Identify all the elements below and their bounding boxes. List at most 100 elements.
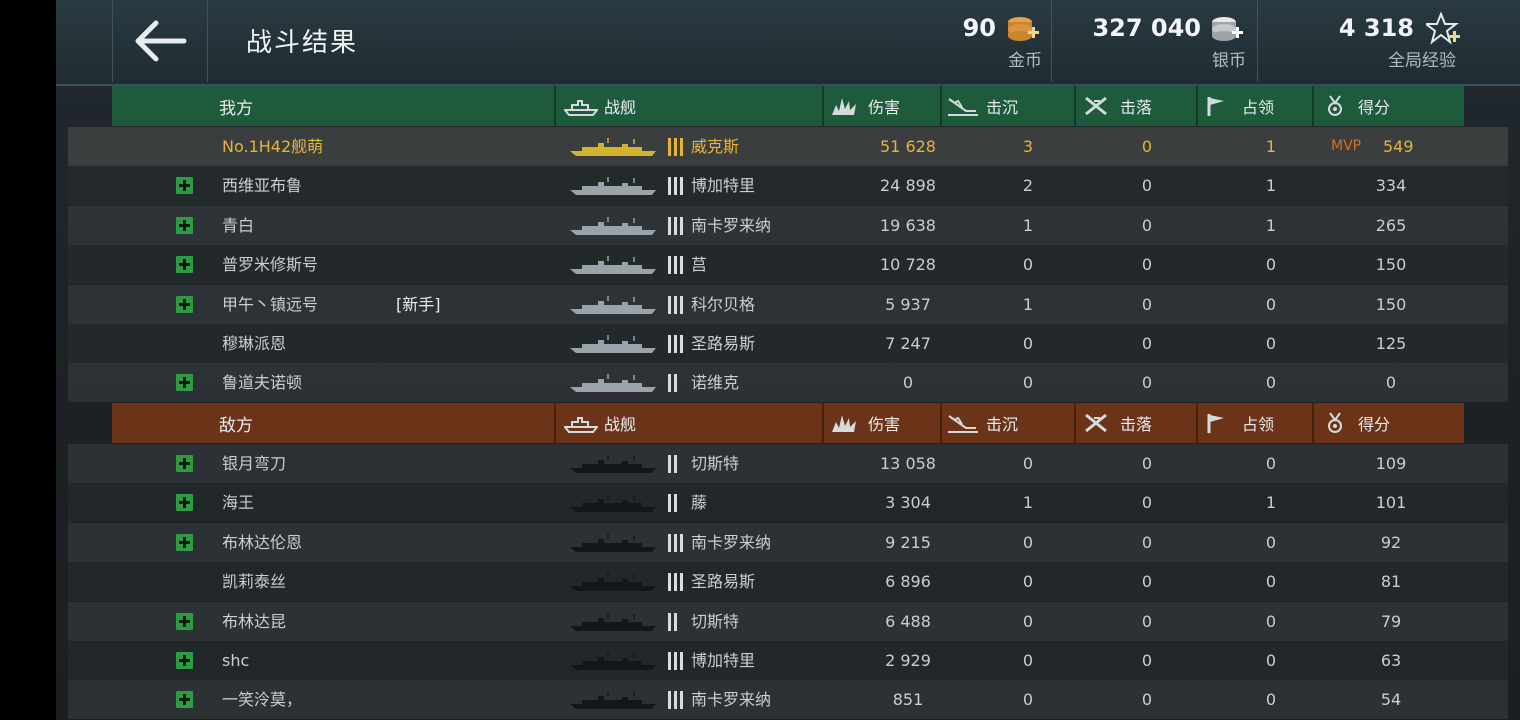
add-friend-button[interactable] bbox=[176, 374, 193, 392]
capture-value: 0 bbox=[1265, 690, 1277, 710]
back-button[interactable] bbox=[112, 0, 208, 82]
shot-down-value: 0 bbox=[1141, 334, 1153, 353]
damage-value: 5 937 bbox=[885, 294, 931, 314]
score-value: 265 bbox=[1375, 215, 1407, 235]
damage-value: 851 bbox=[892, 690, 924, 710]
ship-name: 藤 bbox=[691, 493, 708, 513]
score-value: 92 bbox=[1380, 532, 1402, 552]
capture-value: 1 bbox=[1265, 493, 1277, 513]
player-row[interactable]: 青白 南卡罗来纳 19 638 1 0 1 265 bbox=[68, 205, 1508, 245]
ship-tier bbox=[668, 652, 683, 670]
player-row[interactable]: 一笑泠莫， 南卡罗来纳 851 0 0 0 54 bbox=[68, 680, 1508, 720]
ship-silhouette bbox=[570, 652, 656, 670]
ship-silhouette bbox=[570, 256, 656, 275]
shot-down-value: 0 bbox=[1141, 176, 1153, 196]
ship-tier bbox=[668, 335, 683, 353]
sunk-value: 0 bbox=[1022, 690, 1034, 710]
ship-silhouette bbox=[570, 138, 656, 156]
ship-tier bbox=[668, 612, 677, 631]
sunk-value: 1 bbox=[1022, 294, 1034, 314]
sunk-value: 0 bbox=[1022, 651, 1034, 670]
sunk-value: 3 bbox=[1022, 137, 1034, 156]
column-shot-down-label: 击落 bbox=[1120, 98, 1153, 117]
gold-coins-plus-icon bbox=[1008, 17, 1039, 41]
sunk-value: 1 bbox=[1022, 493, 1034, 513]
ship-tier bbox=[668, 573, 683, 592]
silver-balance[interactable]: 327 040 银币 bbox=[1092, 0, 1256, 82]
capture-value: 0 bbox=[1265, 611, 1277, 631]
gold-balance[interactable]: 90 金币 bbox=[936, 0, 1052, 82]
capture-value: 0 bbox=[1265, 532, 1277, 552]
player-name: 青白 bbox=[222, 215, 255, 235]
header-divider bbox=[1257, 0, 1258, 82]
ship-silhouette bbox=[570, 494, 656, 513]
ship-tier bbox=[668, 216, 683, 235]
player-row[interactable]: 银月弯刀 切斯特 13 058 0 0 0 109 bbox=[68, 444, 1508, 483]
player-row[interactable]: 穆琳派恩 圣路易斯 7 247 0 0 0 125 bbox=[68, 324, 1508, 363]
score-value: 150 bbox=[1375, 294, 1407, 314]
shot-down-value: 0 bbox=[1141, 215, 1153, 235]
add-friend-button[interactable] bbox=[176, 494, 193, 512]
player-row[interactable]: 布林达伦恩 南卡罗来纳 9 215 0 0 0 92 bbox=[68, 522, 1508, 562]
column-capture-header: 占领 bbox=[1198, 403, 1312, 443]
player-tag: [新手] bbox=[396, 294, 441, 314]
player-name: 凯莉泰丝 bbox=[222, 572, 287, 592]
ship-name: 莒 bbox=[691, 255, 708, 275]
capture-value: 0 bbox=[1265, 651, 1277, 670]
ship-silhouette bbox=[570, 335, 656, 353]
player-row[interactable]: 西维亚布鲁 博加特里 24 898 2 0 1 334 bbox=[68, 166, 1508, 206]
sunk-value: 0 bbox=[1022, 532, 1034, 552]
ship-tier bbox=[668, 138, 683, 156]
section-title-label: 我方 bbox=[219, 98, 253, 119]
player-row[interactable]: 鲁道夫诺顿 诺维克 0 0 0 0 0 bbox=[68, 363, 1508, 403]
player-name: 穆琳派恩 bbox=[222, 334, 287, 353]
header-divider bbox=[1074, 86, 1076, 126]
player-row[interactable]: 海王藤 3 304 1 0 1 101 bbox=[68, 483, 1508, 523]
header-divider bbox=[1196, 403, 1198, 443]
column-damage-label: 伤害 bbox=[868, 98, 901, 117]
ship-name: 切斯特 bbox=[691, 611, 740, 631]
column-ship-label: 战舰 bbox=[604, 415, 637, 434]
header-divider bbox=[1196, 86, 1198, 126]
add-friend-button[interactable] bbox=[176, 612, 193, 630]
add-friend-button[interactable] bbox=[176, 256, 193, 274]
shot-down-value: 0 bbox=[1141, 137, 1153, 156]
silver-value: 327 040 bbox=[1092, 14, 1201, 42]
shot-down-value: 0 bbox=[1141, 651, 1153, 670]
ship-name: 南卡罗来纳 bbox=[691, 215, 772, 235]
crossed-plane-icon bbox=[1085, 413, 1107, 433]
section-title-label: 敌方 bbox=[219, 415, 253, 436]
add-friend-button[interactable] bbox=[176, 691, 193, 709]
score-value: 109 bbox=[1375, 454, 1407, 473]
shot-down-value: 0 bbox=[1141, 373, 1153, 393]
add-friend-button[interactable] bbox=[176, 216, 193, 234]
enemies-header: 敌方 战舰 伤害 击沉 击落 占领 得分 bbox=[112, 403, 1464, 443]
player-row[interactable]: 甲午丶镇远号 [新手] 科尔贝格 5 937 1 0 0 150 bbox=[68, 284, 1508, 324]
shot-down-value: 0 bbox=[1141, 690, 1153, 710]
column-score-header: 得分 bbox=[1314, 403, 1464, 443]
player-row[interactable]: 布林达昆 切斯特 6 488 0 0 0 79 bbox=[68, 601, 1508, 641]
add-friend-button[interactable] bbox=[176, 652, 193, 669]
score-value: 101 bbox=[1375, 493, 1407, 513]
score-value: 150 bbox=[1375, 255, 1407, 275]
header-divider bbox=[554, 86, 556, 126]
column-ship-header: 战舰 bbox=[556, 86, 822, 126]
shot-down-value: 0 bbox=[1141, 611, 1153, 631]
add-friend-button[interactable] bbox=[176, 177, 193, 195]
sunk-value: 0 bbox=[1022, 255, 1034, 275]
score-value: 334 bbox=[1375, 176, 1407, 196]
capture-value: 1 bbox=[1265, 215, 1277, 235]
ship-tier bbox=[668, 177, 683, 196]
player-row[interactable]: 普罗米修斯号 莒 10 728 0 0 0 150 bbox=[68, 245, 1508, 285]
ship-name: 诺维克 bbox=[691, 373, 740, 393]
add-friend-button[interactable] bbox=[176, 455, 193, 472]
player-row[interactable]: 凯莉泰丝 圣路易斯 6 896 0 0 0 81 bbox=[68, 562, 1508, 602]
add-friend-button[interactable] bbox=[176, 295, 193, 313]
global-xp-balance[interactable]: 4 318 全局经验 bbox=[1316, 0, 1466, 82]
flag-icon bbox=[1207, 97, 1224, 116]
capture-value: 1 bbox=[1265, 137, 1277, 156]
player-row-self[interactable]: No.1H42舰萌 威克斯 51 628 3 0 1 MVP 549 bbox=[68, 127, 1508, 166]
score-value: 79 bbox=[1380, 611, 1402, 631]
add-friend-button[interactable] bbox=[176, 533, 193, 551]
player-row[interactable]: shc 博加特里 2 929 0 0 0 63 bbox=[68, 641, 1508, 680]
